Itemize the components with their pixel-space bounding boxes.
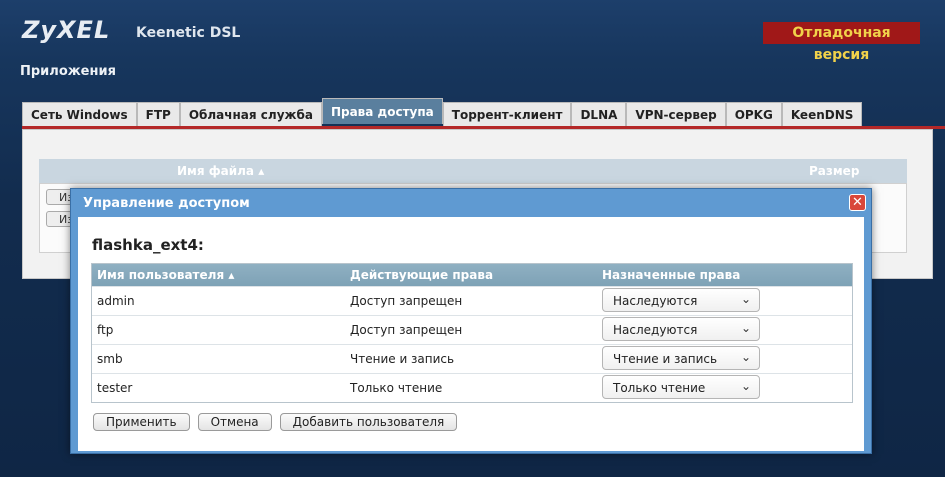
- cancel-button[interactable]: Отмена: [197, 413, 272, 431]
- dialog-title: Управление доступом: [83, 196, 250, 211]
- apply-button[interactable]: Применить: [93, 413, 190, 431]
- tab-dlna[interactable]: DLNA: [571, 102, 627, 126]
- assigned-rights-select[interactable]: Наследуются ⌄: [602, 317, 760, 341]
- assigned-rights-select[interactable]: Наследуются ⌄: [602, 288, 760, 312]
- assigned-rights-select[interactable]: Только чтение ⌄: [602, 375, 760, 399]
- tab-torrent-client[interactable]: Торрент-клиент: [442, 102, 572, 126]
- column-effective-rights: Действующие права: [350, 268, 494, 282]
- effective-rights: Только чтение: [350, 381, 443, 395]
- user-table-header: Имя пользователя ▴ Действующие права Наз…: [92, 264, 852, 286]
- folder-name: flashka_ext4:: [92, 236, 204, 254]
- assigned-rights-select[interactable]: Чтение и запись ⌄: [602, 346, 760, 370]
- dialog-buttons: Применить Отмена Добавить пользователя: [93, 413, 458, 431]
- file-table-header: Имя файла ▴ Размер: [39, 159, 907, 183]
- tab-cloud-service[interactable]: Облачная служба: [179, 102, 322, 126]
- table-row: admin Доступ запрещен Наследуются ⌄: [92, 286, 852, 315]
- chevron-down-icon: ⌄: [740, 350, 751, 364]
- table-row: tester Только чтение Только чтение ⌄: [92, 373, 852, 402]
- chevron-down-icon: ⌄: [740, 321, 751, 335]
- chevron-down-icon: ⌄: [740, 292, 751, 306]
- column-user-name[interactable]: Имя пользователя ▴: [97, 268, 234, 282]
- user-rights-table: Имя пользователя ▴ Действующие права Наз…: [91, 263, 853, 403]
- add-user-button[interactable]: Добавить пользователя: [279, 413, 458, 431]
- effective-rights: Доступ запрещен: [350, 323, 463, 337]
- tab-vpn-server[interactable]: VPN-сервер: [626, 102, 726, 126]
- effective-rights: Доступ запрещен: [350, 294, 463, 308]
- column-file-name[interactable]: Имя файла ▴: [177, 164, 264, 178]
- table-row: smb Чтение и запись Чтение и запись ⌄: [92, 344, 852, 373]
- assigned-rights-value: Только чтение: [613, 381, 706, 395]
- assigned-rights-value: Наследуются: [613, 323, 698, 337]
- access-control-dialog: Управление доступом ✕ flashka_ext4: Имя …: [70, 188, 872, 454]
- assigned-rights-value: Чтение и запись: [613, 352, 718, 366]
- page-title: Приложения: [20, 64, 116, 79]
- user-name: ftp: [97, 323, 114, 337]
- user-name: admin: [97, 294, 135, 308]
- tab-access-rights[interactable]: Права доступа: [321, 98, 443, 124]
- zyxel-logo: ZyXEL: [22, 16, 111, 44]
- dialog-body: flashka_ext4: Имя пользователя ▴ Действу…: [78, 217, 864, 451]
- effective-rights: Чтение и запись: [350, 352, 455, 366]
- user-name: tester: [97, 381, 133, 395]
- column-size[interactable]: Размер: [809, 164, 859, 178]
- tab-windows-network[interactable]: Сеть Windows: [22, 102, 137, 126]
- debug-version-badge: Отладочная версия: [763, 22, 920, 63]
- chevron-down-icon: ⌄: [740, 379, 751, 393]
- tab-bar: Сеть Windows FTP Облачная служба Права д…: [22, 98, 863, 126]
- tab-ftp[interactable]: FTP: [136, 102, 180, 126]
- device-model: Keenetic DSL: [136, 25, 241, 41]
- close-icon[interactable]: ✕: [849, 194, 866, 211]
- tab-keendns[interactable]: KeenDNS: [781, 102, 863, 126]
- assigned-rights-value: Наследуются: [613, 294, 698, 308]
- tab-opkg[interactable]: OPKG: [725, 102, 782, 126]
- user-name: smb: [97, 352, 123, 366]
- column-assigned-rights: Назначенные права: [602, 268, 741, 282]
- table-row: ftp Доступ запрещен Наследуются ⌄: [92, 315, 852, 344]
